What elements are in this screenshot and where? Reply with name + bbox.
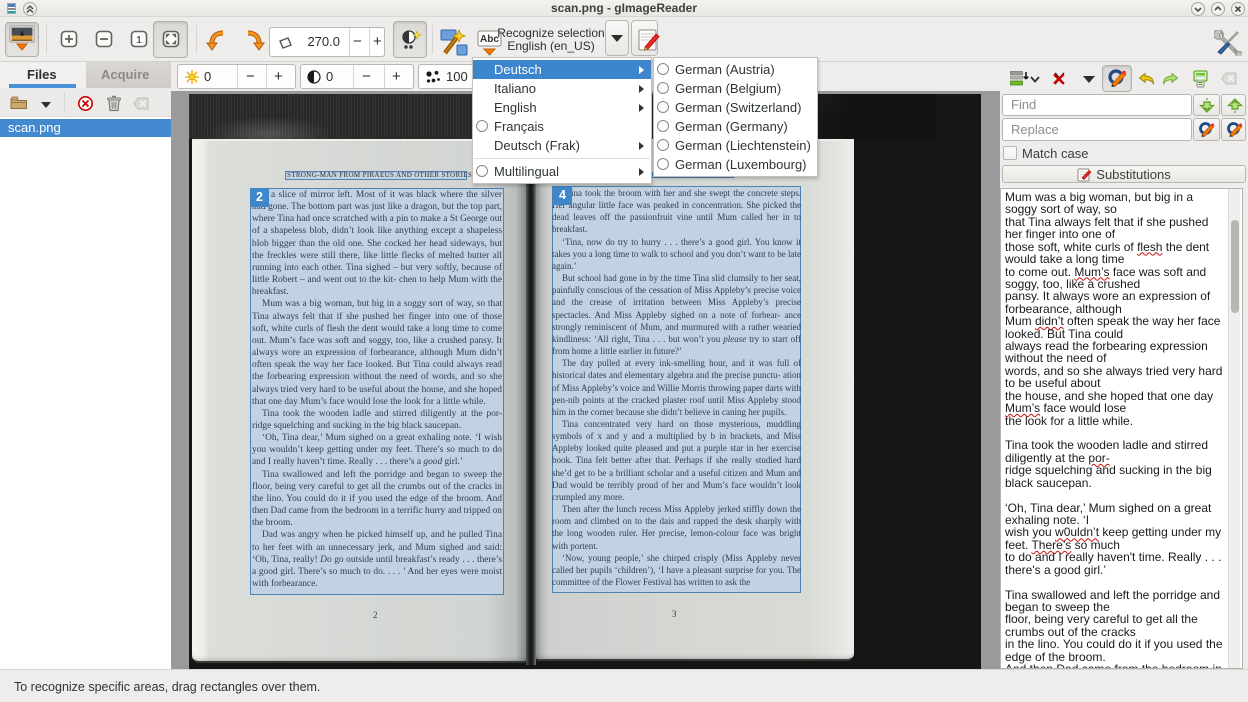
svg-text:1: 1: [136, 35, 142, 46]
